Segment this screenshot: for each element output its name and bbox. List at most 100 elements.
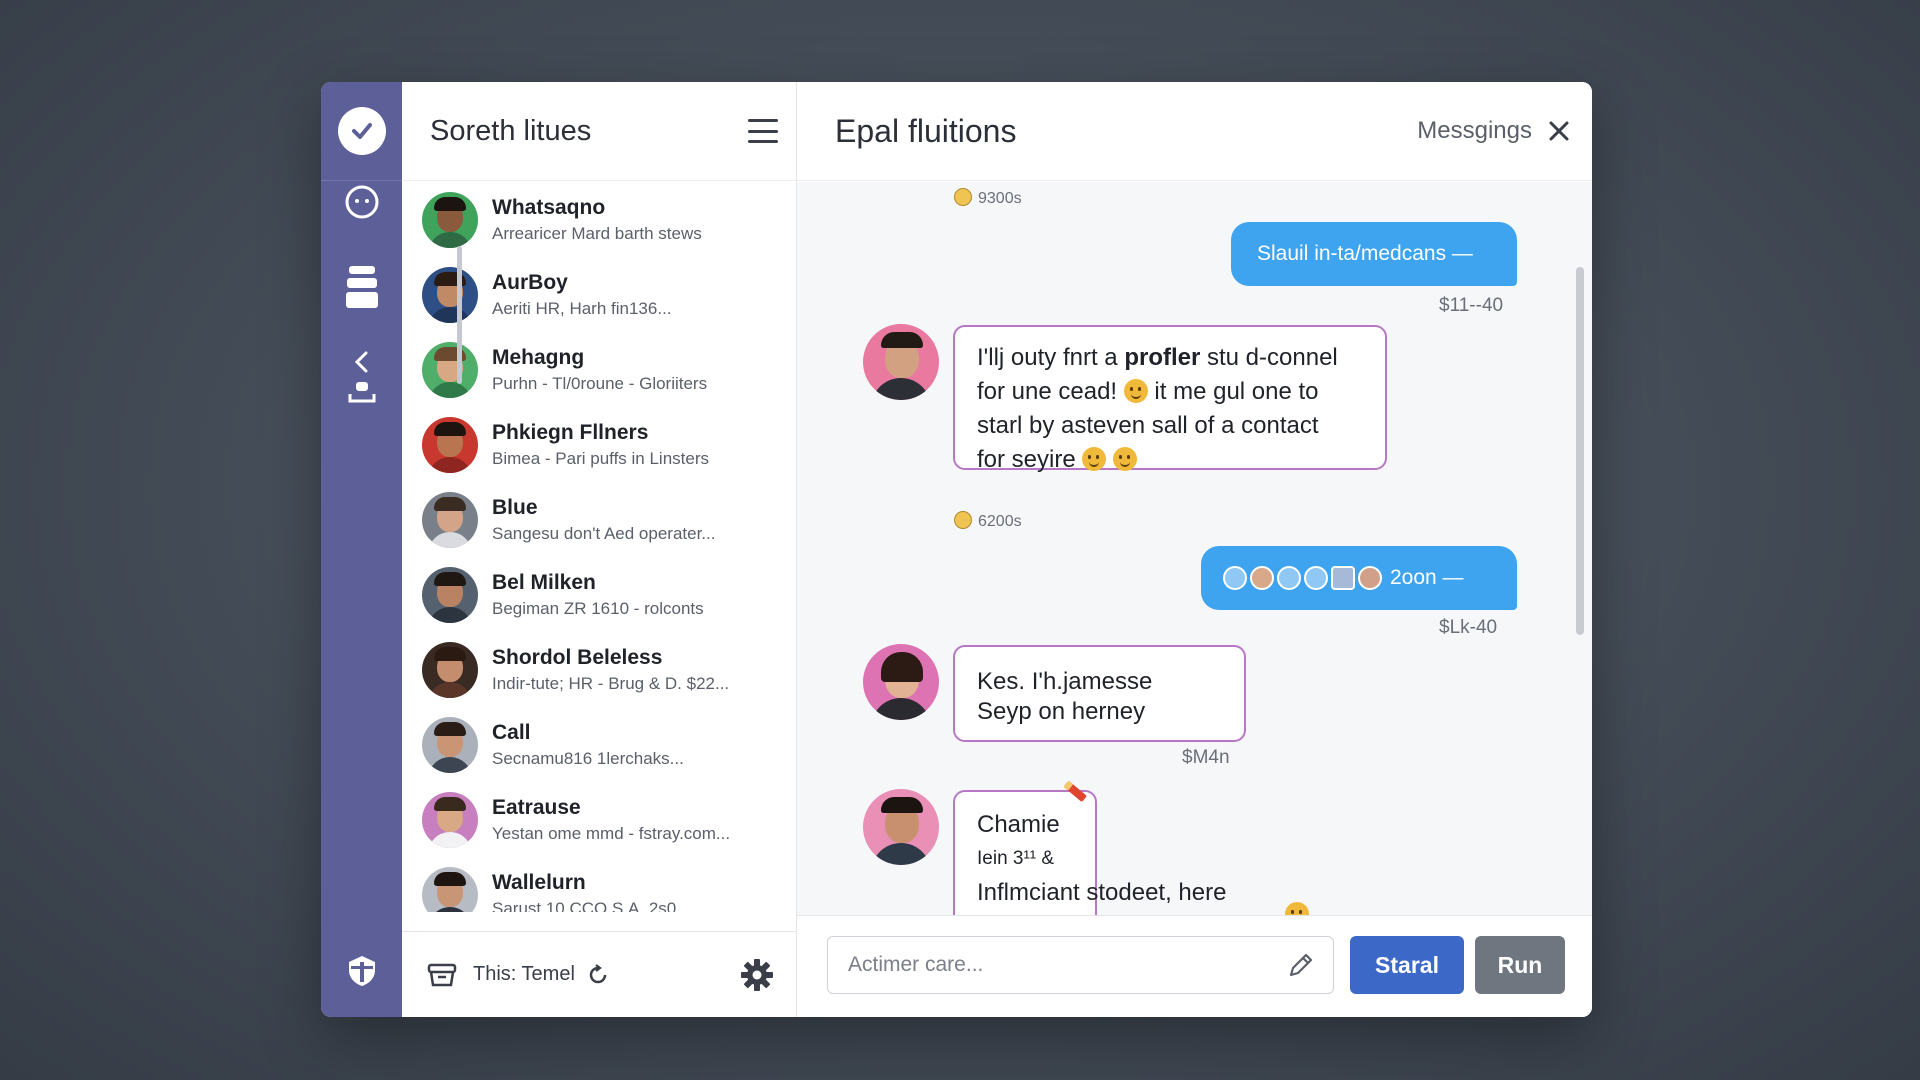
contact-text: AurBoy Aeriti HR, Harh fin136...: [492, 271, 672, 319]
archive-box-icon[interactable]: [427, 962, 457, 988]
gear-icon[interactable]: [740, 958, 774, 992]
contacts-footer: This: Temel: [402, 931, 796, 1017]
back-icon[interactable]: [321, 350, 402, 374]
contact-name: Call: [492, 720, 531, 744]
chat-scrollbar[interactable]: [1576, 267, 1584, 635]
message-line: starl by asteven sall of a contact: [977, 412, 1319, 439]
contact-row[interactable]: Eatrause Yestan ome mmd - fstray.com...: [402, 782, 796, 857]
contact-text: Blue Sangesu don't Aed operater...: [492, 496, 715, 544]
contact-name: Whatsaqno: [492, 195, 606, 219]
avatar: [422, 716, 478, 773]
contact-text: Shordol Beleless Indir-tute; HR - Brug & …: [492, 646, 729, 694]
contact-row[interactable]: Bel Milken Begiman ZR 1610 - rolconts: [402, 557, 796, 632]
emoji-icon: [954, 188, 972, 206]
emoji-icon: [1082, 447, 1107, 471]
rail-top: [321, 82, 402, 181]
contact-row[interactable]: Phkiegn Fllners Bimea - Pari puffs in Lin…: [402, 407, 796, 482]
message-line: Seyp on herney: [977, 698, 1146, 725]
avatar: [422, 641, 478, 698]
emoji-icon: [1285, 902, 1309, 915]
message-line: I'llj outy fnrt a profler stu d-connel: [977, 344, 1338, 371]
contact-name: Mehagng: [492, 345, 585, 369]
inbox-icon[interactable]: [321, 380, 402, 404]
contact-name: Shordol Beleless: [492, 645, 663, 669]
contact-preview: Bimea - Pari puffs in Linsters: [492, 448, 709, 468]
avatar[interactable]: [863, 789, 939, 865]
messages-label[interactable]: Messgings: [1417, 117, 1532, 145]
contacts-title: Soreth litues: [430, 114, 592, 147]
contact-text: Whatsaqno Arrearicer Mard barth stews: [492, 196, 702, 244]
message-time: $M4n: [1182, 747, 1230, 768]
run-button[interactable]: Run: [1475, 936, 1565, 994]
contact-row[interactable]: Wallelurn Sarust 10 CCO S.A, 2s0...: [402, 857, 796, 912]
avatar: [422, 866, 478, 912]
contact-row[interactable]: Blue Sangesu don't Aed operater...: [402, 482, 796, 557]
contact-name: Blue: [492, 495, 538, 519]
messaging-window: Soreth litues Whatsaqno Arrearicer Mard b…: [321, 82, 1592, 1017]
message-line: Iein 3¹¹ &: [977, 848, 1055, 869]
contact-preview: Indir-tute; HR - Brug & D. $22...: [492, 673, 730, 693]
contact-preview: Sarust 10 CCO S.A, 2s0...: [492, 898, 691, 913]
contact-preview: Arrearicer Mard barth stews: [492, 223, 702, 243]
avatar: [422, 266, 478, 323]
contact-preview: Purhn - Tl/0roune - Gloriiters: [492, 373, 708, 393]
emoji-icon: [1113, 447, 1138, 471]
contact-preview: Begiman ZR 1610 - rolconts: [492, 598, 704, 618]
contact-name: Phkiegn Fllners: [492, 420, 649, 444]
incoming-message[interactable]: I'llj outy fnrt a profler stu d-connel f…: [953, 325, 1387, 473]
avatar: [422, 341, 478, 398]
timestamp: 6200s: [954, 511, 1022, 531]
sender-name: Chamie: [977, 811, 1060, 838]
contact-row[interactable]: Call Secnamu816 1lerchaks...: [402, 707, 796, 782]
icon-rail: [321, 82, 402, 1017]
message-line: Kes. I'h.jamesse: [977, 668, 1153, 695]
contact-name: Wallelurn: [492, 870, 586, 894]
hamburger-menu-icon[interactable]: [748, 119, 778, 143]
incoming-message[interactable]: Kes. I'h.jamesse Seyp on herney: [953, 645, 1246, 742]
pencil-sticker-icon: [1063, 780, 1087, 802]
close-icon[interactable]: [1548, 120, 1570, 142]
contacts-scrollbar[interactable]: [457, 246, 462, 384]
contacts-panel: Soreth litues Whatsaqno Arrearicer Mard b…: [402, 82, 797, 1017]
contact-text: Bel Milken Begiman ZR 1610 - rolconts: [492, 571, 704, 619]
contact-text: Phkiegn Fllners Bimea - Pari puffs in Lin…: [492, 421, 709, 469]
message-composer: Actimer care... Staral Run: [797, 915, 1592, 1017]
avatar[interactable]: [863, 324, 939, 400]
contact-preview: Yestan ome mmd - fstray.com...: [492, 823, 731, 843]
footer-label: This: Temel: [473, 963, 575, 985]
chat-title: Epal fluitions: [835, 112, 1017, 149]
message-line: for une cead! it me gul one to: [977, 378, 1319, 405]
contact-text: Wallelurn Sarust 10 CCO S.A, 2s0...: [492, 871, 690, 913]
contact-text: Mehagng Purhn - Tl/0roune - Gloriiters: [492, 346, 707, 394]
message-input[interactable]: Actimer care...: [827, 936, 1334, 994]
contact-text: Eatrause Yestan ome mmd - fstray.com...: [492, 796, 730, 844]
emoji-icon: [954, 511, 972, 529]
contacts-header: Soreth litues: [402, 82, 796, 181]
avatar: [422, 191, 478, 248]
timestamp: 9300s: [954, 188, 1022, 208]
message-thread: 9300s Slauil in-ta/medcans — $11--40 I'l…: [797, 182, 1592, 915]
message-time: $11--40: [1439, 295, 1504, 316]
reaction-avatars: [1223, 566, 1382, 590]
send-button[interactable]: Staral: [1350, 936, 1464, 994]
outgoing-message[interactable]: 2oon —: [1201, 546, 1517, 610]
refresh-icon[interactable]: [587, 963, 609, 986]
contact-name: AurBoy: [492, 270, 568, 294]
avatar[interactable]: [863, 644, 939, 720]
contact-preview: Aeriti HR, Harh fin136...: [492, 298, 672, 318]
avatar: [422, 566, 478, 623]
contact-row[interactable]: Shordol Beleless Indir-tute; HR - Brug & …: [402, 632, 796, 707]
outgoing-message[interactable]: Slauil in-ta/medcans —: [1231, 222, 1517, 286]
pencil-icon[interactable]: [1285, 949, 1317, 981]
chat-header: Epal fluitions Messgings: [797, 82, 1592, 181]
contact-text: Call Secnamu816 1lerchaks...: [492, 721, 684, 769]
archive-stack-icon[interactable]: [321, 264, 402, 312]
shield-icon[interactable]: [321, 954, 402, 988]
check-icon[interactable]: [337, 107, 386, 155]
avatar: [422, 791, 478, 848]
message-line: for seyire: [977, 443, 1363, 477]
message-input-placeholder: Actimer care...: [848, 953, 984, 976]
chat-bubble-icon[interactable]: [321, 182, 402, 222]
contact-preview: Secnamu816 1lerchaks...: [492, 748, 684, 768]
contact-name: Bel Milken: [492, 570, 596, 594]
